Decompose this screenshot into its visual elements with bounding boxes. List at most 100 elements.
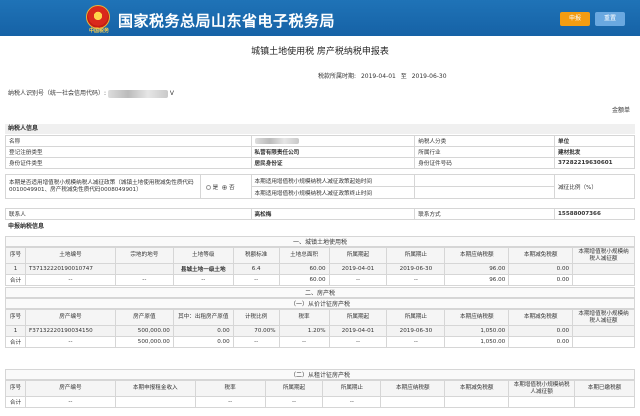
- cell-relief[interactable]: [572, 325, 635, 337]
- taxpayer-class-value: 单位: [554, 135, 635, 147]
- cell: --: [24, 274, 116, 286]
- id-type-label: 身份证件类型: [5, 157, 252, 169]
- table-row[interactable]: 1 F37132220190034150 500,000.00 0.00 70.…: [5, 325, 635, 337]
- tax-period: 税款所属时期: 2019-04-01 至 2019-06-30: [318, 71, 450, 80]
- cell-land-grade: 县城土地一级土地: [172, 263, 234, 275]
- cell-total-label: 合计: [5, 336, 26, 348]
- land-col-header: 本期应纳税额: [444, 247, 510, 264]
- industry-value: 建材批发: [554, 146, 635, 158]
- house-col-header: 序号: [5, 309, 26, 326]
- relief-end-value[interactable]: [414, 186, 556, 199]
- radio-yes-label: 是: [212, 184, 219, 191]
- reg-type-label: 登记注册类型: [5, 146, 252, 158]
- cell-start: 2019-04-01: [328, 325, 388, 337]
- house-col-header: 计税比例: [232, 309, 280, 326]
- cell: --: [328, 274, 388, 286]
- cell: --: [386, 336, 446, 348]
- cell-rented-value: 0.00: [172, 325, 234, 337]
- house-col-header: 本期减免税额: [508, 309, 574, 326]
- cell: [380, 396, 446, 408]
- land-col-header: 所属期止: [386, 247, 446, 264]
- land-col-header: 土地编号: [24, 247, 116, 264]
- taxpayer-id-redacted: [107, 89, 168, 98]
- relief-start-value[interactable]: [414, 174, 556, 187]
- cell-total-payable: 96.00: [444, 274, 510, 286]
- rent-tax-subtitle: （二）从租计征房产税: [5, 369, 635, 380]
- land-col-header: 所属期起: [328, 247, 388, 264]
- cell: --: [328, 336, 388, 348]
- phone-label: 联系方式: [414, 208, 556, 220]
- cell-rate: 6.4: [232, 263, 280, 275]
- house-tax-section-title: 二、房产税: [5, 287, 635, 298]
- cell-relief[interactable]: [572, 263, 635, 275]
- total-row: 合计 -- -- -- -- 60.00 -- -- 96.00 0.00: [5, 274, 635, 286]
- declare-button[interactable]: 申报: [560, 12, 590, 26]
- tax-emblem-icon: [86, 5, 110, 29]
- cell-exempt: 0.00: [508, 325, 574, 337]
- cell: --: [232, 336, 280, 348]
- period-label: 税款所属时期:: [318, 73, 357, 80]
- emblem-caption: 中国税务: [88, 28, 109, 34]
- relief-policy-table: 本期是否适用增值税小规模纳税人减征政策（城镇土地使用税减免性质代码0010049…: [5, 174, 635, 199]
- house-col-header: 所属期止: [386, 309, 446, 326]
- cell: --: [24, 336, 116, 348]
- phone-value: 15588007366: [554, 208, 635, 220]
- relief-radio-group: 是 否: [199, 174, 252, 199]
- cell: --: [114, 274, 174, 286]
- cell: --: [322, 396, 382, 408]
- cell-payable: 96.00: [444, 263, 510, 275]
- form-title: 城镇土地使用税 房产税纳税申报表: [251, 47, 389, 57]
- relief-question: 本期是否适用增值税小规模纳税人减征政策（城镇土地使用税减免性质代码0010049…: [5, 174, 201, 199]
- cell: [444, 396, 510, 408]
- radio-yes[interactable]: [205, 184, 211, 190]
- cell-start: 2019-04-01: [328, 263, 388, 275]
- contact-value: 高松梅: [250, 208, 416, 220]
- id-no-label: 身份证件号码: [414, 157, 556, 169]
- taxpayer-id-label: 纳税人识别号（统一社会信用代码）:: [8, 90, 107, 97]
- reset-button[interactable]: 重置: [595, 12, 625, 26]
- industry-label: 所属行业: [414, 146, 556, 158]
- rent-col-header: 本期应纳税额: [380, 380, 446, 397]
- cell-tax-rate: 1.20%: [278, 325, 330, 337]
- cell-total-area: 60.00: [278, 274, 330, 286]
- relief-start-label: 本期适用增值税小规模纳税人减征政策起始时间: [250, 174, 416, 187]
- cell: --: [386, 274, 446, 286]
- taxpayer-id-row: 纳税人识别号（统一社会信用代码）: V: [8, 88, 174, 98]
- rent-header-row: 序号 房产编号 本期申报租金收入 税率 所属期起 所属期止 本期应纳税额 本期减…: [5, 380, 635, 397]
- name-value: [250, 135, 416, 147]
- declare-info-section: 申报纳税信息: [8, 223, 45, 230]
- land-header-row: 序号 土地编号 宗地的地号 土地等级 税额标准 土地总面积 所属期起 所属期止 …: [5, 247, 635, 264]
- period-separator: 至: [400, 73, 407, 80]
- radio-no[interactable]: [221, 184, 227, 190]
- amount-unit: 金额单: [612, 107, 631, 114]
- land-col-header: 土地等级: [172, 247, 234, 264]
- contact-table: 联系人 高松梅 联系方式 15588007366: [5, 208, 635, 220]
- house-tax-value-subtitle: （一）从价计征房产税: [5, 298, 635, 309]
- cell: --: [278, 336, 330, 348]
- cell-tax-ratio: 70.00%: [232, 325, 280, 337]
- house-col-header: 房产编号: [24, 309, 116, 326]
- period-end[interactable]: 2019-06-30: [412, 73, 447, 80]
- house-col-header: 本期应纳税额: [444, 309, 510, 326]
- table-row[interactable]: 1 T37132220190010747 县城土地一级土地 6.4 60.00 …: [5, 263, 635, 275]
- total-row: 合计 -- 500,000.00 0.00 -- -- -- -- 1,050.…: [5, 336, 635, 348]
- cell: [572, 336, 635, 348]
- total-row: 合计 -- -- -- --: [5, 396, 635, 408]
- cell-original-value: 500,000.00: [114, 325, 174, 337]
- relief-end-label: 本期适用增值税小规模纳税人减征政策终止时间: [250, 186, 416, 199]
- cell: --: [232, 274, 280, 286]
- radio-no-label: 否: [228, 184, 235, 191]
- rent-col-header: 所属期止: [322, 380, 382, 397]
- rent-tax-table: 序号 房产编号 本期申报租金收入 税率 所属期起 所属期止 本期应纳税额 本期减…: [5, 380, 635, 408]
- house-col-header: 本期增值税小规模纳税人减征额: [572, 309, 635, 326]
- rent-col-header: 税率: [194, 380, 266, 397]
- id-type-value: 居民身份证: [250, 157, 416, 169]
- cell: --: [24, 396, 116, 408]
- period-start[interactable]: 2019-04-01: [361, 73, 396, 80]
- taxpayer-class-label: 纳税人分类: [414, 135, 556, 147]
- rent-col-header: 本期减免税额: [444, 380, 510, 397]
- cell: --: [194, 396, 266, 408]
- land-tax-section-title: 一、城镇土地使用税: [5, 236, 635, 247]
- cell-parcel-no: [114, 263, 174, 275]
- cell-total-payable: 1,050.00: [444, 336, 510, 348]
